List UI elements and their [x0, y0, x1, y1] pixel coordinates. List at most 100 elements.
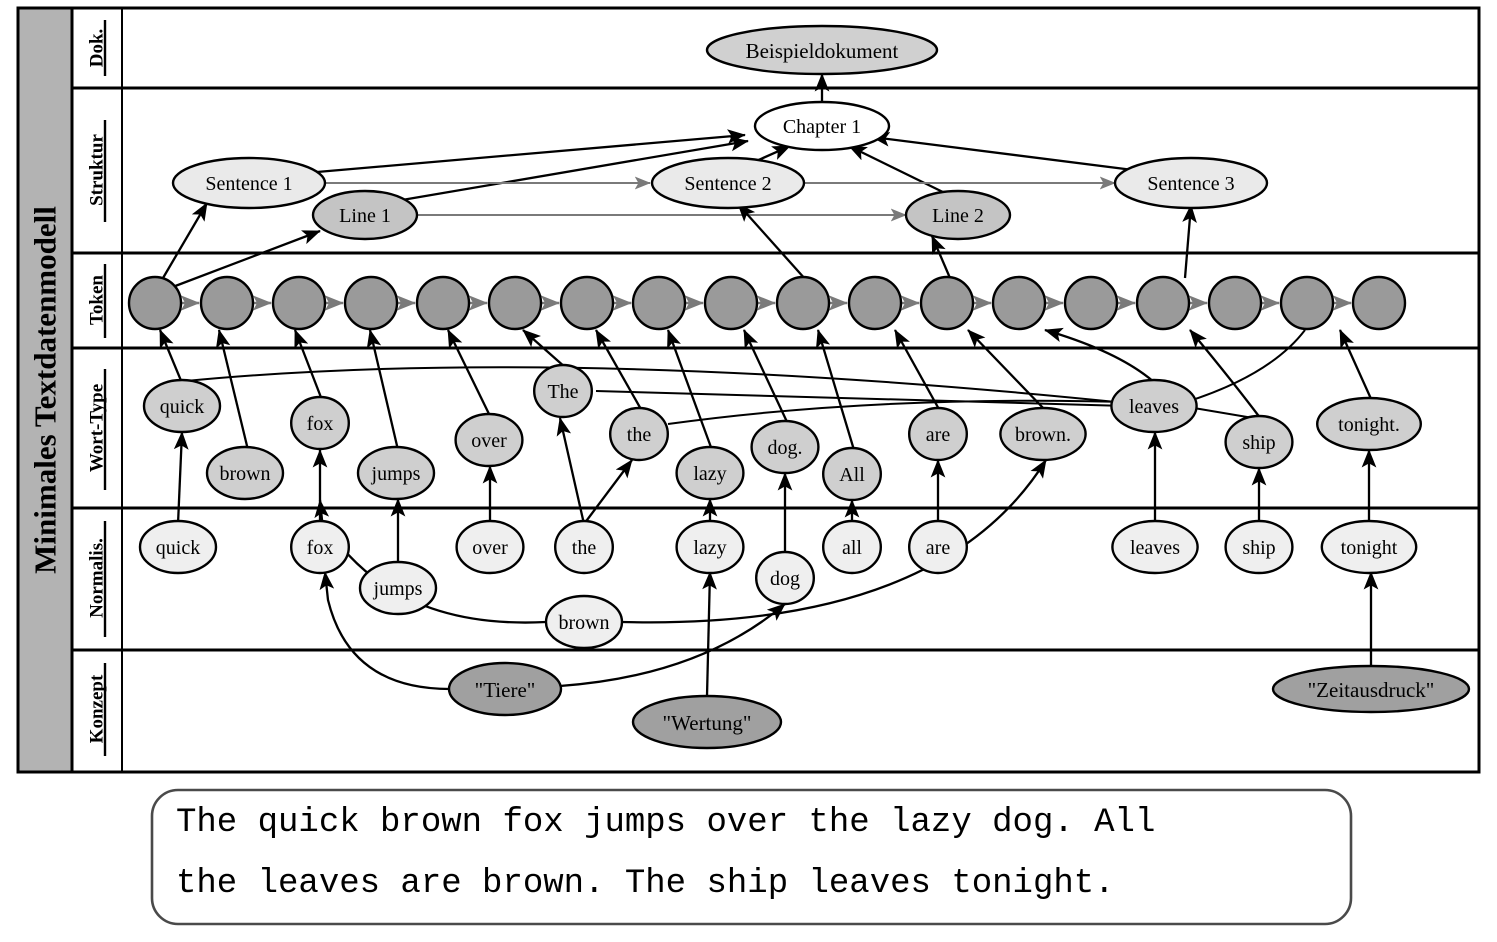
node-sentence-3-label: Sentence 3: [1147, 173, 1234, 195]
node-wordtype[interactable]: the: [609, 406, 670, 462]
source-text-box: The quick brown fox jumps over the lazy …: [150, 788, 1353, 926]
node-token[interactable]: [919, 275, 975, 331]
node-normalis[interactable]: over: [455, 519, 525, 575]
node-wordtype-label: jumps: [371, 463, 421, 485]
text-data-model-diagram: Minimales Textdatenmodell Dok. Struktur …: [16, 6, 1481, 926]
node-normalis[interactable]: jumps: [358, 560, 438, 616]
node-wordtype-label: are: [926, 424, 951, 446]
node-wordtype[interactable]: brown: [205, 445, 285, 501]
node-line-2[interactable]: Line 2: [904, 189, 1012, 241]
node-wordtype-label: dog.: [768, 437, 803, 459]
node-normalis-label: lazy: [693, 537, 726, 559]
node-wordtype[interactable]: lazy: [675, 445, 745, 501]
node-normalis-label: the: [572, 537, 597, 559]
node-normalis-label: ship: [1242, 537, 1275, 559]
node-normalis[interactable]: the: [554, 519, 615, 575]
node-wordtype-label: tonight.: [1338, 414, 1400, 436]
node-wordtype-label: quick: [160, 396, 204, 418]
node-normalis[interactable]: brown: [544, 594, 624, 650]
node-sentence-2-label: Sentence 2: [684, 173, 771, 195]
node-normalis-label: tonight: [1341, 537, 1398, 559]
node-normalis[interactable]: ship: [1224, 519, 1294, 575]
node-sentence-1[interactable]: Sentence 1: [171, 156, 327, 210]
node-token[interactable]: [343, 275, 399, 331]
node-wordtype[interactable]: leaves: [1110, 378, 1198, 434]
node-chapter-1-label: Chapter 1: [783, 116, 861, 138]
node-token[interactable]: [271, 275, 327, 331]
node-normalis[interactable]: fox: [290, 519, 351, 575]
node-token[interactable]: [991, 275, 1047, 331]
frame-grid: [16, 6, 1481, 774]
node-token[interactable]: [127, 275, 183, 331]
node-wordtype-label: over: [471, 430, 507, 452]
node-wordtype[interactable]: brown.: [999, 406, 1087, 462]
node-concept-label: "Zeitausdruck": [1308, 678, 1435, 702]
node-wordtype-label: The: [547, 381, 578, 403]
node-normalis-label: over: [472, 537, 508, 559]
node-token[interactable]: [415, 275, 471, 331]
node-wordtype[interactable]: ship: [1224, 414, 1294, 470]
node-wordtype[interactable]: fox: [290, 395, 351, 451]
node-normalis-label: are: [926, 537, 951, 559]
node-normalis[interactable]: lazy: [675, 519, 745, 575]
node-concept[interactable]: "Wertung": [631, 694, 783, 750]
node-normalis-label: brown: [558, 612, 609, 634]
node-wordtype[interactable]: All: [822, 446, 883, 502]
node-normalis[interactable]: quick: [138, 519, 218, 575]
node-line-1-label: Line 1: [339, 205, 391, 227]
node-token[interactable]: [1279, 275, 1335, 331]
row-label-konzept: Konzept: [87, 663, 108, 756]
node-normalis-label: quick: [156, 537, 200, 559]
node-normalis[interactable]: tonight: [1320, 519, 1418, 575]
node-normalis-label: dog: [770, 568, 800, 590]
model-title: Minimales Textdatenmodell: [28, 206, 63, 574]
node-normalis-label: jumps: [373, 578, 423, 600]
node-concept[interactable]: "Zeitausdruck": [1271, 664, 1471, 714]
node-wordtype-label: All: [839, 464, 865, 486]
node-normalis[interactable]: all: [822, 519, 883, 575]
node-line-2-label: Line 2: [932, 205, 984, 227]
node-token[interactable]: [1135, 275, 1191, 331]
node-token[interactable]: [1063, 275, 1119, 331]
node-token[interactable]: [199, 275, 255, 331]
node-wordtype-label: ship: [1242, 432, 1275, 454]
node-normalis[interactable]: leaves: [1111, 519, 1199, 575]
node-document[interactable]: Beispieldokument: [705, 24, 939, 76]
node-wordtype[interactable]: quick: [142, 378, 222, 434]
node-wordtype[interactable]: dog.: [750, 419, 820, 475]
node-document-label: Beispieldokument: [746, 39, 899, 63]
source-text-line-1: The quick brown fox jumps over the lazy …: [176, 804, 1155, 842]
node-chapter-1[interactable]: Chapter 1: [753, 100, 891, 152]
node-wordtype[interactable]: tonight.: [1315, 396, 1422, 452]
node-normalis[interactable]: dog: [755, 550, 816, 606]
source-text-line-2: the leaves are brown. The ship leaves to…: [176, 865, 1115, 903]
node-token[interactable]: [775, 275, 831, 331]
node-normalis-label: fox: [307, 537, 334, 559]
node-token[interactable]: [847, 275, 903, 331]
node-token[interactable]: [559, 275, 615, 331]
node-wordtype-label: brown.: [1015, 424, 1071, 446]
node-wordtype[interactable]: The: [533, 363, 594, 419]
node-token[interactable]: [703, 275, 759, 331]
node-concept[interactable]: "Tiere": [447, 661, 563, 717]
row-label-worttype: Wort-Type: [87, 369, 108, 490]
node-line-1[interactable]: Line 1: [311, 189, 419, 241]
node-token[interactable]: [631, 275, 687, 331]
node-normalis[interactable]: are: [908, 519, 969, 575]
node-sentence-3[interactable]: Sentence 3: [1113, 156, 1269, 210]
node-normalis-label: leaves: [1130, 537, 1180, 559]
node-wordtype-label: leaves: [1129, 396, 1179, 418]
node-wordtype-label: the: [627, 424, 652, 446]
node-token[interactable]: [1207, 275, 1263, 331]
node-sentence-2[interactable]: Sentence 2: [650, 156, 806, 210]
node-wordtype[interactable]: over: [454, 412, 524, 468]
node-wordtype-label: brown: [219, 463, 270, 485]
node-wordtype[interactable]: jumps: [356, 445, 436, 501]
node-token[interactable]: [1351, 275, 1407, 331]
node-sentence-1-label: Sentence 1: [205, 173, 292, 195]
node-token[interactable]: [487, 275, 543, 331]
node-wordtype-label: fox: [307, 413, 334, 435]
node-wordtype-label: lazy: [693, 463, 726, 485]
node-wordtype[interactable]: are: [908, 406, 969, 462]
node-concept-label: "Tiere": [475, 678, 536, 702]
